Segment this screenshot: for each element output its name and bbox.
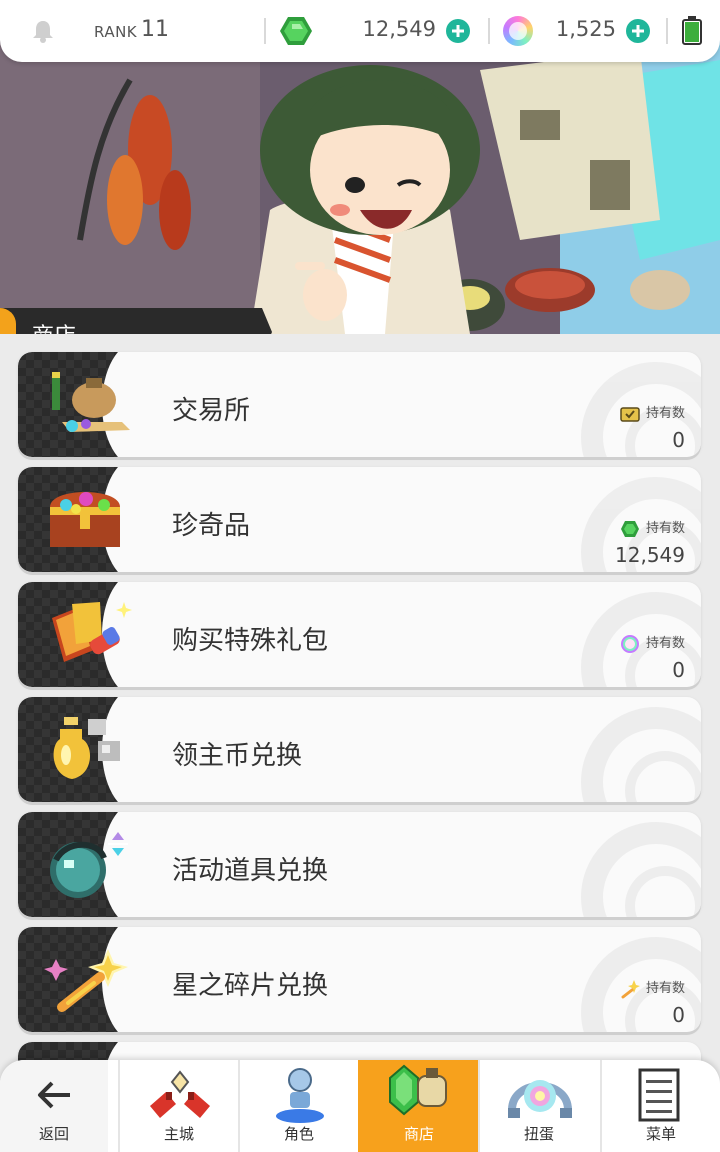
owned-label: 持有数 [645, 521, 685, 536]
green-gem-icon [620, 520, 639, 537]
page-title: 商店 [32, 318, 76, 334]
rank-label: RANK [94, 23, 138, 41]
tab-characters[interactable]: 角色 [238, 1060, 358, 1152]
treasure-chest-icon [50, 492, 120, 547]
rainbow-orb-icon [620, 634, 639, 653]
shop-bag-icon [389, 1064, 447, 1116]
gacha-orb-icon [508, 1080, 572, 1118]
divider [666, 18, 668, 44]
tab-home[interactable]: 主城 [118, 1060, 238, 1152]
gem-count: 12,549 [362, 17, 436, 41]
shopkeeper-illustration [0, 40, 720, 334]
shop-item-exchange[interactable]: 交易所 持有数 0 [18, 352, 701, 457]
event-item-icon [50, 832, 128, 898]
owned-value: 0 [672, 427, 685, 452]
owned-label: 持有数 [645, 406, 685, 421]
special-pack-icon [52, 602, 132, 662]
tab-gacha-label: 扭蛋 [523, 1125, 554, 1143]
owned-value: 12,549 [615, 542, 685, 567]
character-icon [276, 1068, 324, 1123]
tab-gacha[interactable]: 扭蛋 [478, 1060, 598, 1152]
status-bar: RANK 11 12,549 1,525 [0, 0, 720, 62]
castle-icon [150, 1070, 210, 1118]
buy-gems-button[interactable] [446, 19, 470, 43]
back-button[interactable]: 返回 [0, 1060, 108, 1152]
shop-item-star-shard[interactable]: 星之碎片兑换 持有数 0 [18, 927, 701, 1032]
rank-value: 11 [141, 17, 169, 42]
divider [264, 18, 266, 44]
shop-item-special-pack[interactable]: 购买特殊礼包 持有数 0 [18, 582, 701, 687]
owned-count: 持有数 12,549 [615, 517, 685, 567]
tab-menu-label: 菜单 [645, 1125, 676, 1143]
tab-shop[interactable]: 商店 [358, 1060, 478, 1152]
divider [488, 18, 490, 44]
owned-count: 持有数 0 [620, 632, 685, 682]
tab-shop-label: 商店 [403, 1125, 434, 1143]
star-shard-small-icon [621, 979, 640, 998]
owned-value: 0 [672, 1002, 685, 1027]
shop-item-label: 活动道具兑换 [172, 856, 329, 886]
shop-item-label: 购买特殊礼包 [172, 626, 329, 656]
shop-item-event-exchange[interactable]: 活动道具兑换 [18, 812, 701, 917]
shop-item-label: 星之碎片兑换 [172, 971, 329, 1001]
page-title-tag: 商店 [0, 308, 272, 334]
shop-item-label: 珍奇品 [172, 511, 251, 541]
owned-count: 持有数 0 [620, 402, 685, 452]
buy-orbs-button[interactable] [626, 19, 650, 43]
lord-coin-icon [53, 717, 120, 779]
bottom-nav: 返回 主城 角色 商店 扭蛋 菜单 [0, 1060, 720, 1152]
shop-item-curiosities[interactable]: 珍奇品 持有数 12,549 [18, 467, 701, 572]
ticket-icon [620, 406, 640, 422]
shop-item-lord-coin[interactable]: 领主币兑换 [18, 697, 701, 802]
tab-home-label: 主城 [163, 1125, 194, 1143]
owned-count: 持有数 0 [620, 977, 685, 1027]
star-shard-icon [44, 949, 128, 1012]
owned-value: 0 [672, 657, 685, 682]
trade-bag-icon [52, 372, 130, 432]
tab-menu[interactable]: 菜单 [600, 1060, 720, 1152]
shop-item-label: 交易所 [172, 396, 251, 426]
back-arrow-icon [38, 1081, 70, 1109]
owned-label: 持有数 [645, 981, 685, 996]
orb-count: 1,525 [555, 17, 616, 41]
shop-list: 交易所 持有数 0 珍奇品 持有数 12,549 购买特殊礼包 持有数 0 领主… [18, 352, 702, 1152]
tab-characters-label: 角色 [283, 1125, 314, 1143]
bell-icon[interactable] [30, 18, 56, 44]
shop-banner: 商店 [0, 40, 720, 334]
green-gem-icon [280, 17, 312, 45]
back-label: 返回 [38, 1125, 69, 1143]
rainbow-orb-icon [503, 16, 533, 46]
battery-charging-icon [682, 16, 702, 45]
owned-label: 持有数 [645, 636, 685, 651]
shop-item-label: 领主币兑换 [172, 741, 303, 771]
menu-list-icon [638, 1068, 680, 1122]
